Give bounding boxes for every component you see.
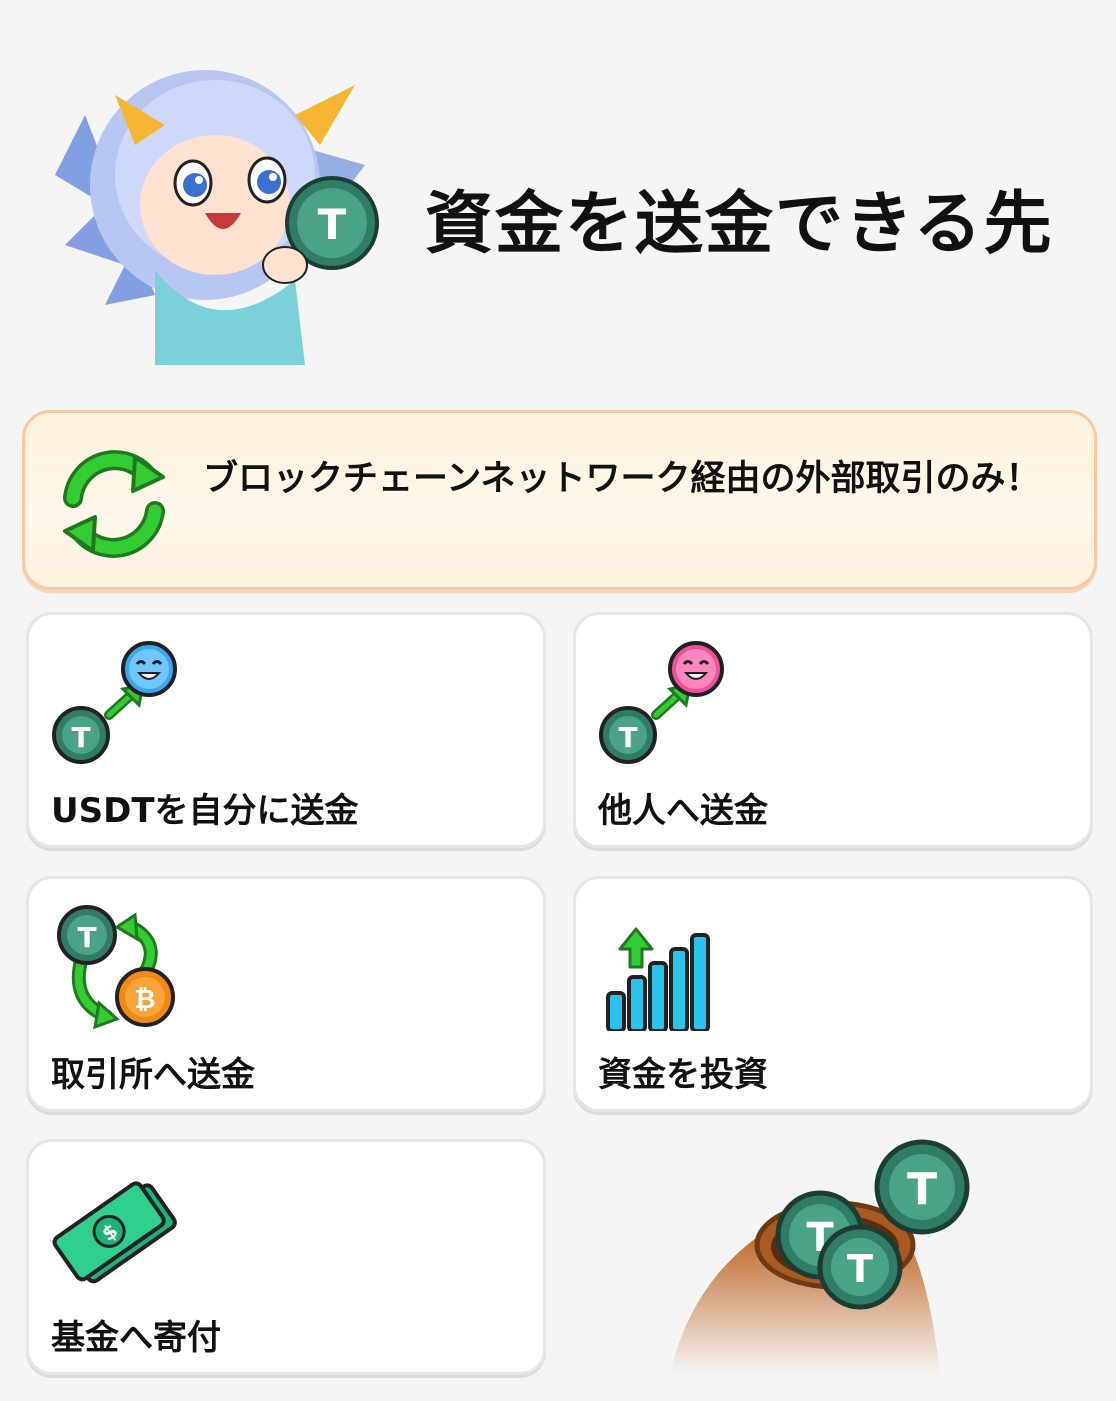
option-label: 資金を投資	[598, 1055, 768, 1095]
svg-text:₿: ₿	[134, 985, 155, 1015]
notice-text: ブロックチェーンネットワーク経由の外部取引のみ！	[203, 459, 1041, 499]
external-only-notice: ブロックチェーンネットワーク経由の外部取引のみ！	[22, 410, 1097, 590]
svg-text:T: T	[77, 921, 96, 954]
option-label: 他人へ送金	[598, 791, 768, 831]
svg-text:T: T	[71, 721, 90, 754]
svg-text:T: T	[318, 200, 347, 249]
option-send-usdt-to-self[interactable]: T USDTを自分に送金	[26, 612, 546, 848]
option-invest-funds[interactable]: 資金を投資	[573, 876, 1093, 1112]
coin-to-pink-face-icon: T	[599, 641, 724, 764]
option-label: 取引所へ送金	[51, 1055, 255, 1095]
option-send-to-exchange[interactable]: T ₿ 取引所へ送金	[26, 876, 546, 1112]
usdt-btc-swap-icon: T ₿	[57, 905, 175, 1030]
option-label: 基金へ寄付	[51, 1318, 221, 1358]
option-send-to-others[interactable]: T 他人へ送金	[573, 612, 1093, 848]
svg-text:T: T	[847, 1247, 873, 1291]
svg-text:T: T	[618, 721, 637, 754]
svg-text:T: T	[907, 1164, 937, 1215]
option-label: USDTを自分に送金	[51, 791, 359, 831]
page-title: 資金を送金できる先	[425, 185, 1054, 264]
coin-to-blue-face-icon: T	[52, 641, 177, 764]
option-donate-to-fund[interactable]: $ 基金へ寄付	[26, 1139, 546, 1375]
growth-bars-icon	[606, 927, 710, 1031]
refresh-cycle-icon	[63, 450, 165, 558]
coin-pot-illustration: T T T	[670, 1139, 970, 1375]
cash-bills-icon: $	[52, 1181, 177, 1284]
hero-section: T 資金を送金できる先	[0, 0, 1116, 390]
fairy-mascot-illustration: T	[55, 70, 379, 365]
